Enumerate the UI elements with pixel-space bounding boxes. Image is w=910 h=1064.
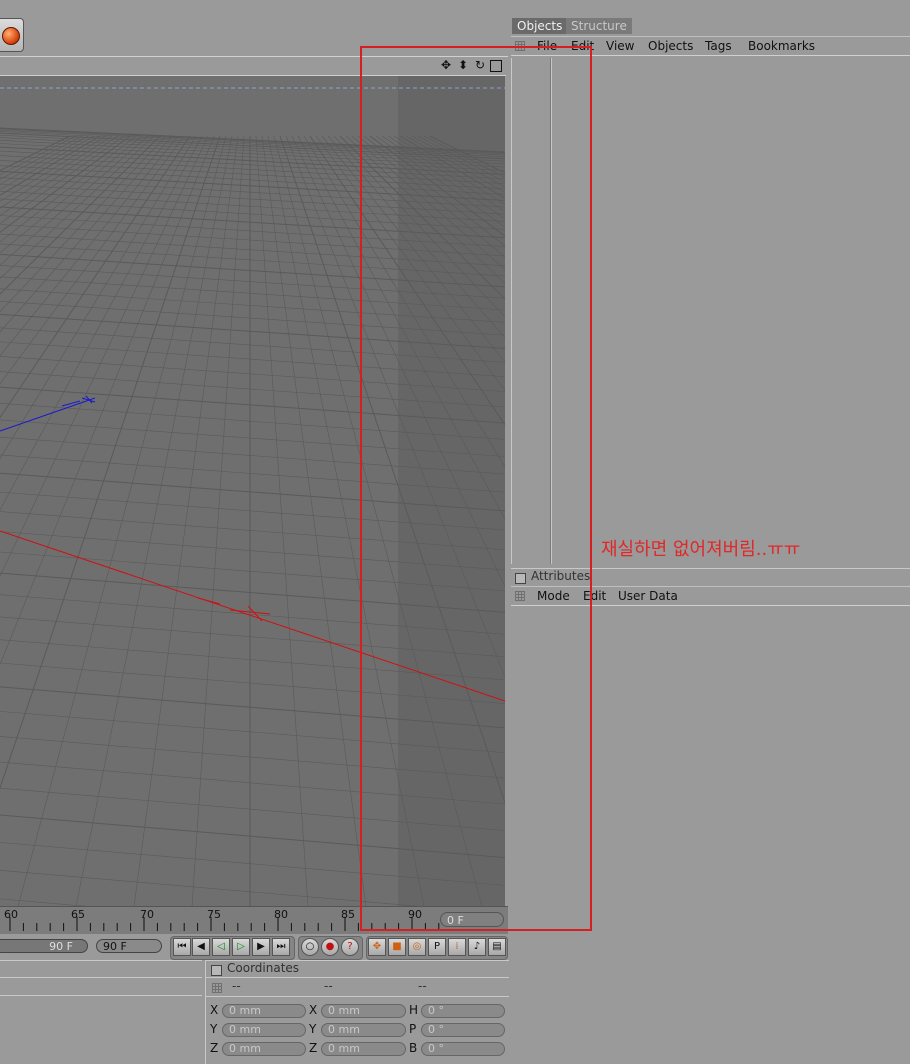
annotation-text: 재실하면 없어져버림..ㅠㅠ [601, 539, 801, 560]
grip-icon [212, 983, 222, 993]
tick-label: 80 [274, 908, 288, 921]
size-header: -- [324, 979, 333, 993]
coordinates-panel: Coordinates -- -- -- X 0 mm X 0 mm H 0 °… [205, 960, 509, 1064]
tick-label: 65 [71, 908, 85, 921]
menu-bookmarks[interactable]: Bookmarks [748, 37, 815, 55]
position-header: -- [232, 979, 241, 993]
coordinates-title: Coordinates [227, 961, 300, 975]
end-frame-slider[interactable]: 90 F [0, 939, 88, 953]
rot-h-label: H [409, 1003, 419, 1017]
pos-x-label: X [210, 1003, 219, 1017]
menu-view[interactable]: View [606, 37, 634, 55]
divider [206, 977, 509, 978]
pos-y-field[interactable]: 0 mm [222, 1023, 306, 1037]
play-forward-icon[interactable]: ▷ [232, 938, 250, 956]
tab-objects[interactable]: Objects [512, 18, 568, 34]
record-key-icon[interactable]: ● [321, 938, 339, 956]
rot-b-field[interactable]: 0 ° [421, 1042, 505, 1056]
play-backward-icon[interactable]: ◁ [212, 938, 230, 956]
rot-p-field[interactable]: 0 ° [421, 1023, 505, 1037]
sound-icon[interactable]: ♪ [468, 938, 486, 956]
rot-h-field[interactable]: 0 ° [421, 1004, 505, 1018]
tick-label: 75 [207, 908, 221, 921]
size-z-field[interactable]: 0 mm [321, 1042, 406, 1056]
globe-icon [2, 27, 20, 45]
step-back-icon[interactable]: ◀ [192, 938, 210, 956]
size-x-label: X [309, 1003, 318, 1017]
scale-key-icon[interactable]: ■ [388, 938, 406, 956]
divider [0, 995, 202, 996]
rotate-key-icon[interactable]: ◎ [408, 938, 426, 956]
go-to-end-icon[interactable]: ⏭ [272, 938, 290, 956]
divider [206, 996, 509, 997]
end-frame-field[interactable]: 90 F [96, 939, 162, 953]
point-level-icon[interactable]: ▤ [488, 938, 506, 956]
size-x-field[interactable]: 0 mm [321, 1004, 406, 1018]
pos-y-label: Y [210, 1022, 218, 1036]
param-key-icon[interactable]: P [428, 938, 446, 956]
tick-label: 70 [140, 908, 154, 921]
material-panel [0, 960, 202, 1064]
size-z-label: Z [309, 1041, 318, 1055]
rotation-header: -- [418, 979, 427, 993]
size-y-label: Y [309, 1022, 317, 1036]
go-to-start-icon[interactable]: ⏮ [173, 938, 191, 956]
divider [0, 977, 202, 978]
record-help-icon[interactable]: ? [341, 938, 359, 956]
size-y-field[interactable]: 0 mm [321, 1023, 406, 1037]
tick-label: 60 [4, 908, 18, 921]
pos-z-label: Z [210, 1041, 219, 1055]
rot-p-label: P [409, 1022, 417, 1036]
menu-tags[interactable]: Tags [705, 37, 732, 55]
menu-objects[interactable]: Objects [648, 37, 693, 55]
move-key-icon[interactable]: ✥ [368, 938, 386, 956]
panel-checkbox[interactable] [211, 965, 222, 976]
record-auto-icon[interactable]: ○ [301, 938, 319, 956]
step-forward-icon[interactable]: ▶ [252, 938, 270, 956]
tick-label: 85 [341, 908, 355, 921]
pla-key-icon[interactable]: ⁞ [448, 938, 466, 956]
pos-x-field[interactable]: 0 mm [222, 1004, 306, 1018]
tab-structure[interactable]: Structure [566, 18, 632, 34]
annotation-highlight-box [360, 46, 592, 931]
pos-z-field[interactable]: 0 mm [222, 1042, 306, 1056]
rot-b-label: B [409, 1041, 418, 1055]
render-button[interactable] [0, 18, 24, 52]
menu-user-data[interactable]: User Data [618, 587, 678, 605]
